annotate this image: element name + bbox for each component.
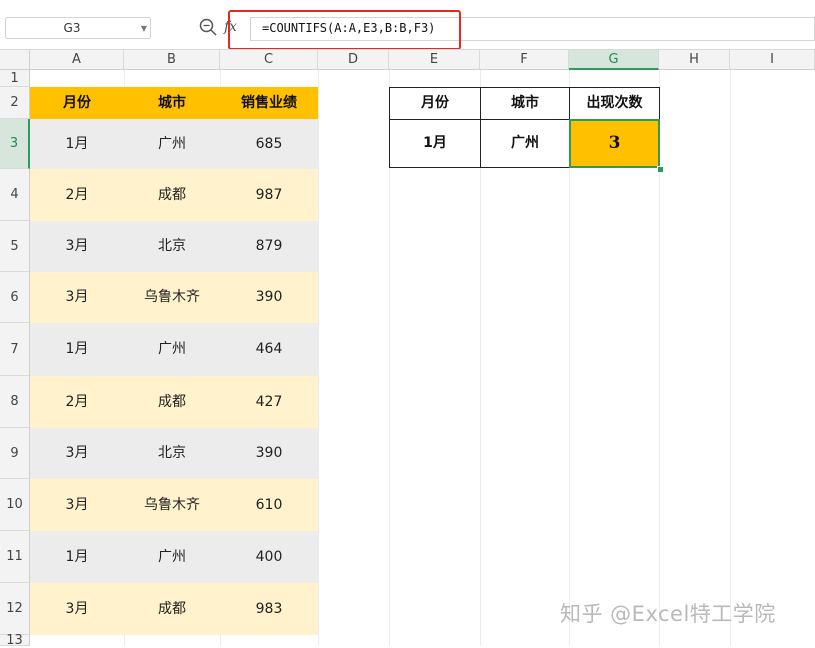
table-cell-city[interactable]: 北京 [124,221,220,272]
lookup-value-month[interactable]: 1月 [389,119,481,168]
name-box[interactable]: G3 ▼ [5,17,151,39]
table-header-month[interactable]: 月份 [30,87,124,119]
lookup-header-count[interactable]: 出现次数 [569,87,660,120]
row-header-9[interactable]: 9 [0,428,30,479]
table-cell-month[interactable]: 1月 [30,323,124,376]
lookup-value-city[interactable]: 广州 [480,119,570,168]
fx-icon[interactable]: fx [224,17,244,37]
table-cell-sales[interactable]: 879 [220,221,318,272]
table-cell-city[interactable]: 成都 [124,583,220,635]
table-cell-city[interactable]: 成都 [124,376,220,428]
column-header-e[interactable]: E [389,49,480,70]
row-header-5[interactable]: 5 [0,221,30,272]
row-header-12[interactable]: 12 [0,583,30,635]
column-header-c[interactable]: C [220,49,318,70]
formula-input[interactable]: =COUNTIFS(A:A,E3,B:B,F3) [250,17,815,41]
table-cell-month[interactable]: 1月 [30,119,124,169]
name-box-value: G3 [63,21,81,35]
chevron-down-icon[interactable]: ▼ [141,24,147,33]
table-header-city[interactable]: 城市 [124,87,220,119]
column-header-f[interactable]: F [480,49,569,70]
row-header-3[interactable]: 3 [0,119,30,169]
table-cell-sales[interactable]: 610 [220,479,318,531]
gridline [318,70,319,646]
select-all-corner[interactable] [0,49,30,70]
table-cell-city[interactable]: 乌鲁木齐 [124,479,220,531]
formula-bar: G3 ▼ fx =COUNTIFS(A:A,E3,B:B,F3) [0,0,815,50]
table-cell-sales[interactable]: 464 [220,323,318,376]
table-cell-city[interactable]: 广州 [124,531,220,583]
watermark: 知乎 @Excel特工学院 [560,602,776,626]
table-cell-sales[interactable]: 390 [220,272,318,323]
table-cell-month[interactable]: 3月 [30,272,124,323]
row-header-6[interactable]: 6 [0,272,30,323]
lookup-header-city[interactable]: 城市 [480,87,570,120]
column-header-g[interactable]: G [569,49,659,70]
table-cell-month[interactable]: 2月 [30,169,124,221]
table-cell-month[interactable]: 3月 [30,221,124,272]
table-cell-sales[interactable]: 400 [220,531,318,583]
table-cell-month[interactable]: 1月 [30,531,124,583]
column-header-h[interactable]: H [659,49,730,70]
table-cell-city[interactable]: 成都 [124,169,220,221]
table-cell-month[interactable]: 3月 [30,479,124,531]
column-header-i[interactable]: I [730,49,815,70]
gridline [730,70,731,646]
column-header-d[interactable]: D [318,49,389,70]
row-header-11[interactable]: 11 [0,531,30,583]
row-header-1[interactable]: 1 [0,70,30,87]
table-cell-sales[interactable]: 685 [220,119,318,169]
formula-text: =COUNTIFS(A:A,E3,B:B,F3) [262,21,436,35]
row-header-7[interactable]: 7 [0,323,30,376]
lookup-result-cell[interactable]: 3 [569,119,660,168]
lookup-header-month[interactable]: 月份 [389,87,481,120]
table-header-sales[interactable]: 销售业绩 [220,87,318,119]
table-cell-sales[interactable]: 987 [220,169,318,221]
table-cell-city[interactable]: 北京 [124,428,220,479]
row-header-10[interactable]: 10 [0,479,30,531]
table-cell-city[interactable]: 乌鲁木齐 [124,272,220,323]
column-header-a[interactable]: A [30,49,124,70]
table-cell-city[interactable]: 广州 [124,323,220,376]
table-cell-city[interactable]: 广州 [124,119,220,169]
table-cell-sales[interactable]: 390 [220,428,318,479]
table-cell-month[interactable]: 3月 [30,428,124,479]
row-header-4[interactable]: 4 [0,169,30,221]
row-header-2[interactable]: 2 [0,87,30,119]
zoom-search-icon[interactable] [198,17,218,37]
row-header-8[interactable]: 8 [0,376,30,428]
row-header-13[interactable]: 13 [0,634,30,647]
table-cell-month[interactable]: 3月 [30,583,124,635]
table-cell-month[interactable]: 2月 [30,376,124,428]
table-cell-sales[interactable]: 983 [220,583,318,635]
column-header-b[interactable]: B [124,49,220,70]
table-cell-sales[interactable]: 427 [220,376,318,428]
fill-handle[interactable] [657,166,664,173]
